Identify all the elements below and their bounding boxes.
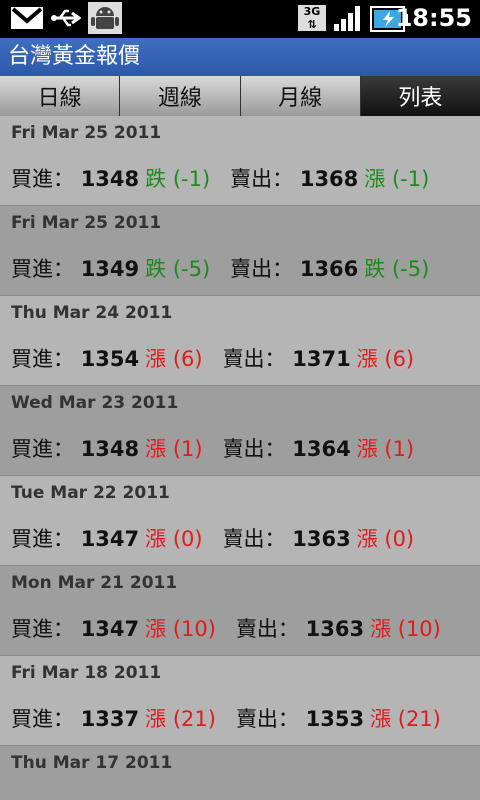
buy-label: 買進： — [11, 527, 74, 551]
app-title-bar: 台灣黃金報價 — [0, 38, 480, 76]
date-label: Mon Mar 21 2011 — [11, 573, 178, 593]
date-label: Wed Mar 23 2011 — [11, 393, 179, 413]
tab-label: 日線 — [37, 86, 82, 111]
buy-change: 漲 (6) — [145, 347, 203, 371]
date-label: Fri Mar 25 2011 — [11, 213, 162, 233]
sell-change: 漲 (0) — [356, 527, 415, 551]
network-type-label: 3G — [303, 5, 321, 18]
buy-price: 1354 — [80, 347, 140, 371]
buy-price: 1348 — [80, 167, 140, 191]
buy-label: 買進： — [11, 437, 74, 461]
buy-change: 跌 (-5) — [145, 257, 211, 281]
buy-price: 1349 — [80, 257, 140, 281]
date-label: Thu Mar 17 2011 — [11, 753, 173, 773]
list-item[interactable]: Thu Mar 24 2011 買進： 1354 漲 (6) 賣出： 1371 漲 (6… — [0, 296, 480, 386]
sell-price: 1353 — [305, 707, 365, 731]
app-title: 台灣黃金報價 — [8, 44, 141, 69]
price-line: 買進： 1354 漲 (6) 賣出： 1371 漲 (6) — [11, 343, 414, 373]
price-line: 買進： 1348 漲 (1) 賣出： 1364 漲 (1) — [11, 433, 414, 463]
sell-change: 漲 (21) — [370, 707, 441, 731]
sell-label: 賣出： — [222, 527, 286, 551]
list-item[interactable]: Tue Mar 22 2011 買進： 1347 漲 (0) 賣出： 1363 漲 (0… — [0, 476, 480, 566]
buy-label: 買進： — [11, 707, 74, 731]
date-label: Fri Mar 18 2011 — [11, 663, 162, 683]
tab-weekly[interactable]: 週線 — [120, 76, 241, 116]
sell-label: 賣出： — [222, 437, 286, 461]
sell-change: 漲 (1) — [356, 437, 415, 461]
status-bar: 3G ⇅ 18:55 — [0, 0, 480, 38]
price-line: 買進： 1337 漲 (21) 賣出： 1353 漲 (21) — [11, 703, 441, 733]
buy-price: 1347 — [80, 617, 140, 641]
buy-change: 跌 (-1) — [145, 167, 211, 191]
sell-price: 1363 — [305, 617, 365, 641]
list-item[interactable]: Wed Mar 23 2011 買進： 1348 漲 (1) 賣出： 1364 漲 (1… — [0, 386, 480, 476]
tab-label: 週線 — [157, 86, 202, 111]
list-item[interactable]: Fri Mar 25 2011 買進： 1349 跌 (-5) 賣出： 1366 跌 (… — [0, 206, 480, 296]
tab-list[interactable]: 列表 — [360, 76, 480, 116]
price-line: 買進： 1347 漲 (10) 賣出： 1363 漲 (10) — [11, 613, 441, 643]
buy-label: 買進： — [11, 617, 74, 641]
sell-label: 賣出： — [230, 167, 294, 191]
price-list[interactable]: Fri Mar 25 2011 買進： 1348 跌 (-1) 賣出： 1368 漲 (… — [0, 116, 480, 800]
buy-change: 漲 (21) — [145, 707, 216, 731]
sell-change: 漲 (6) — [356, 347, 415, 371]
tab-monthly[interactable]: 月線 — [240, 76, 361, 116]
list-item[interactable]: Fri Mar 18 2011 買進： 1337 漲 (21) 賣出： 1353 漲 (… — [0, 656, 480, 746]
tab-label: 列表 — [398, 86, 443, 111]
list-item[interactable]: Fri Mar 25 2011 買進： 1348 跌 (-1) 賣出： 1368 漲 (… — [0, 116, 480, 206]
buy-price: 1347 — [80, 527, 140, 551]
date-label: Fri Mar 25 2011 — [11, 123, 162, 143]
list-item[interactable]: Thu Mar 17 2011 — [0, 746, 480, 800]
list-item[interactable]: Mon Mar 21 2011 買進： 1347 漲 (10) 賣出： 1363 漲 (… — [0, 566, 480, 656]
buy-change: 漲 (0) — [145, 527, 203, 551]
signal-icon — [334, 6, 360, 31]
sell-change: 跌 (-5) — [364, 257, 430, 281]
date-label: Thu Mar 24 2011 — [11, 303, 173, 323]
sell-price: 1368 — [299, 167, 359, 191]
buy-price: 1337 — [80, 707, 140, 731]
tab-label: 月線 — [278, 86, 323, 111]
buy-label: 買進： — [11, 347, 74, 371]
price-line: 買進： 1348 跌 (-1) 賣出： 1368 漲 (-1) — [11, 163, 429, 193]
sell-change: 漲 (10) — [370, 617, 441, 641]
buy-change: 漲 (10) — [145, 617, 216, 641]
tab-bar: 日線 週線 月線 列表 — [0, 76, 480, 116]
sell-price: 1363 — [292, 527, 351, 551]
date-label: Tue Mar 22 2011 — [11, 483, 170, 503]
sell-label: 賣出： — [222, 347, 286, 371]
tab-daily[interactable]: 日線 — [0, 76, 121, 116]
buy-label: 買進： — [11, 167, 74, 191]
sell-price: 1364 — [292, 437, 351, 461]
buy-label: 買進： — [11, 257, 74, 281]
price-line: 買進： 1349 跌 (-5) 賣出： 1366 跌 (-5) — [11, 253, 429, 283]
clock: 18:55 — [395, 4, 472, 32]
sell-label: 賣出： — [235, 617, 299, 641]
android-debug-icon — [88, 2, 122, 34]
sell-price: 1371 — [292, 347, 351, 371]
sell-price: 1366 — [299, 257, 359, 281]
usb-icon — [51, 9, 82, 27]
network-3g-icon: 3G ⇅ — [298, 5, 326, 31]
sell-change: 漲 (-1) — [364, 167, 430, 191]
sell-label: 賣出： — [230, 257, 294, 281]
sell-label: 賣出： — [235, 707, 299, 731]
gmail-icon — [11, 7, 43, 29]
buy-change: 漲 (1) — [145, 437, 203, 461]
price-line: 買進： 1347 漲 (0) 賣出： 1363 漲 (0) — [11, 523, 414, 553]
buy-price: 1348 — [80, 437, 140, 461]
